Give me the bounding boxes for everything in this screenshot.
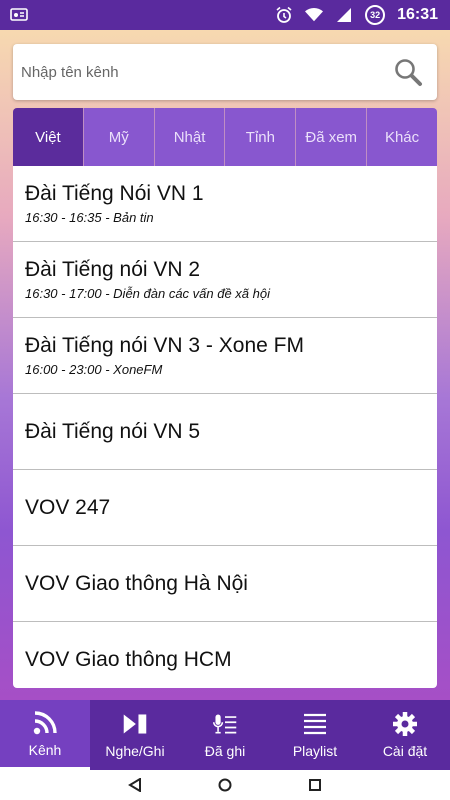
channel-name: Đài Tiếng Nói VN 1	[25, 182, 204, 205]
nav-label: Playlist	[292, 743, 338, 759]
tab-my[interactable]: Mỹ	[83, 108, 155, 166]
search-icon[interactable]	[391, 55, 425, 89]
cast-icon	[10, 6, 28, 24]
nav-playlist[interactable]: Playlist	[270, 700, 360, 770]
channel-list: Đài Tiếng Nói VN 1 16:30 - 16:35 - Bản t…	[13, 166, 437, 688]
status-left	[10, 6, 28, 24]
play-record-icon	[122, 711, 148, 737]
tab-viet[interactable]: Việt	[13, 108, 84, 166]
nav-kenh[interactable]: Kênh	[0, 700, 90, 770]
recents-icon[interactable]	[305, 775, 325, 795]
nav-nghe-ghi[interactable]: Nghe/Ghi	[90, 700, 180, 770]
bottom-nav: Kênh Nghe/Ghi Đã ghi Playlist Cài đặt	[0, 700, 450, 770]
tab-da-xem[interactable]: Đã xem	[296, 108, 368, 166]
back-icon[interactable]	[125, 775, 145, 795]
tab-tinh[interactable]: Tỉnh	[225, 108, 297, 166]
channel-item[interactable]: VOV Giao thông HCM	[13, 622, 437, 688]
channel-name: VOV Giao thông Hà Nội	[25, 571, 248, 595]
status-right: 32 16:31	[275, 5, 438, 25]
channel-name: Đài Tiếng nói VN 3 - Xone FM	[25, 334, 304, 357]
battery-icon: 32	[365, 5, 386, 25]
channel-item[interactable]: Đài Tiếng nói VN 2 16:30 - 17:00 - Diễn …	[13, 242, 437, 318]
channel-item[interactable]: Đài Tiếng nói VN 5	[13, 394, 437, 470]
signal-icon	[335, 6, 353, 24]
home-icon[interactable]	[215, 775, 235, 795]
search-input[interactable]	[21, 63, 391, 81]
tab-nhat[interactable]: Nhật	[154, 108, 226, 166]
status-time: 16:31	[397, 6, 438, 23]
status-bar: 32 16:31	[0, 0, 450, 30]
nav-label: Nghe/Ghi	[105, 743, 165, 759]
nav-label: Kênh	[28, 741, 62, 758]
channel-program: 16:00 - 23:00 - XoneFM	[25, 362, 163, 377]
nav-da-ghi[interactable]: Đã ghi	[180, 700, 270, 770]
alarm-icon	[275, 6, 293, 24]
channel-program: 16:30 - 17:00 - Diễn đàn các vấn đề xã h…	[25, 286, 270, 301]
country-tabs: Việt Mỹ Nhật Tỉnh Đã xem Khác	[13, 108, 437, 166]
wifi-icon	[305, 6, 324, 24]
nav-label: Cài đặt	[382, 743, 428, 759]
channel-name: Đài Tiếng nói VN 5	[25, 419, 201, 443]
channel-name: VOV Giao thông HCM	[25, 647, 232, 671]
channel-item[interactable]: VOV 247	[13, 470, 437, 546]
app-content: Việt Mỹ Nhật Tỉnh Đã xem Khác Đài Tiếng …	[0, 30, 450, 700]
nav-cai-dat[interactable]: Cài đặt	[360, 700, 450, 770]
channel-item[interactable]: VOV Giao thông Hà Nội	[13, 546, 437, 622]
rss-icon	[32, 710, 58, 736]
nav-label: Đã ghi	[204, 743, 246, 759]
search-box	[13, 44, 437, 100]
channel-name: VOV 247	[25, 495, 111, 519]
system-nav-bar	[0, 770, 450, 800]
channel-name: Đài Tiếng nói VN 2	[25, 258, 201, 281]
gear-icon	[392, 711, 418, 737]
channel-item[interactable]: Đài Tiếng nói VN 3 - Xone FM 16:00 - 23:…	[13, 318, 437, 394]
playlist-icon	[302, 711, 328, 737]
channel-program: 16:30 - 16:35 - Bản tin	[25, 210, 154, 225]
channel-item[interactable]: Đài Tiếng Nói VN 1 16:30 - 16:35 - Bản t…	[13, 166, 437, 242]
tab-khac[interactable]: Khác	[367, 108, 437, 166]
recorded-icon	[212, 711, 238, 737]
